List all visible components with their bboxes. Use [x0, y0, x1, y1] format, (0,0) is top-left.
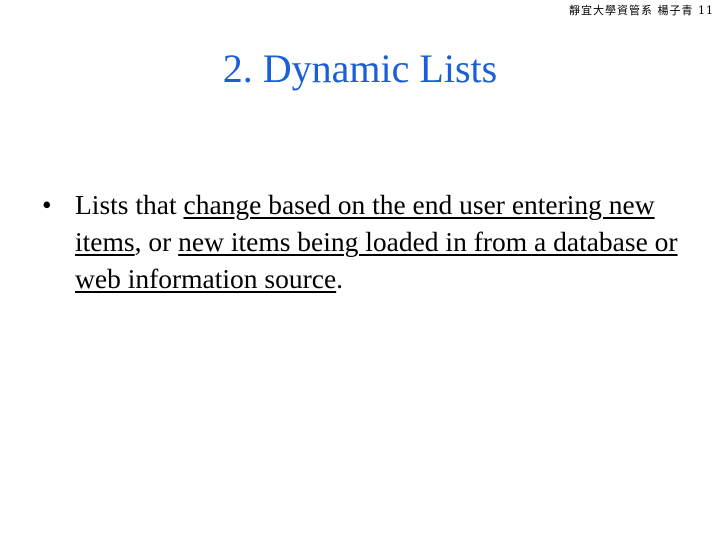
slide-header-note: 靜宜大學資管系 楊子青 11: [569, 2, 714, 18]
page-number: 11: [698, 4, 714, 17]
bullet-item: • Lists that change based on the end use…: [40, 186, 700, 297]
author-affiliation: 靜宜大學資管系 楊子青: [569, 4, 694, 17]
bullet-list: • Lists that change based on the end use…: [40, 186, 700, 297]
slide-title: 2. Dynamic Lists: [222, 46, 498, 91]
bullet-marker: •: [42, 189, 52, 220]
bullet-text-plain: .: [336, 263, 344, 294]
bullet-text-plain: Lists that: [75, 189, 184, 220]
bullet-text-plain: , or: [134, 226, 179, 257]
